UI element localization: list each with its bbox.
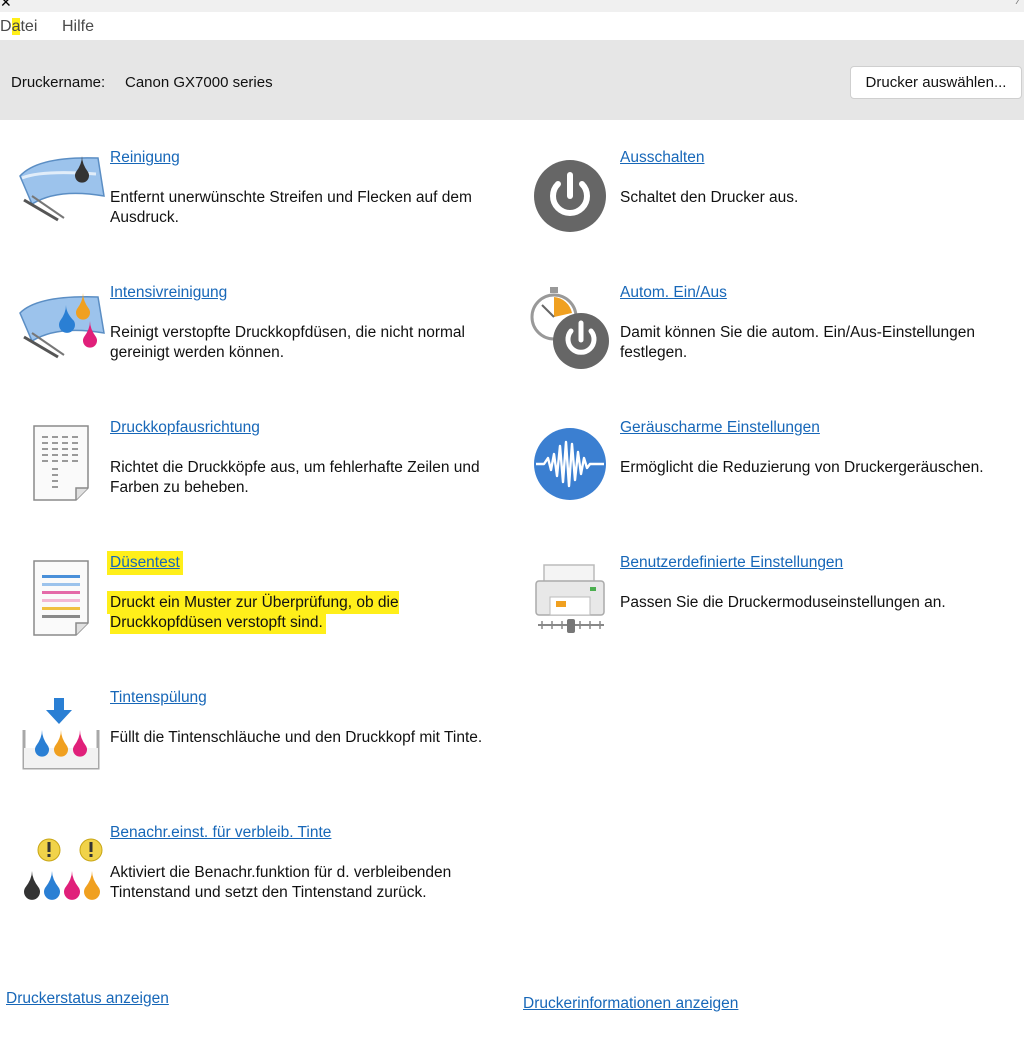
tool-description: Druckt ein Muster zur Überprüfung, ob di… bbox=[110, 593, 430, 633]
tool-benutzerdefiniert: Benutzerdefinierte Einstellungen Passen … bbox=[528, 553, 1018, 643]
tool-title[interactable]: Benachr.einst. für verbleib. Tinte bbox=[110, 824, 331, 842]
menu-file[interactable]: Datei bbox=[0, 18, 37, 36]
printer-settings-icon[interactable] bbox=[528, 553, 618, 643]
printer-name-value: Canon GX7000 series bbox=[125, 74, 273, 91]
tool-description: Reinigt verstopfte Druckkopfdüsen, die n… bbox=[110, 324, 465, 361]
tool-reinigung: Reinigung Entfernt unerwünschte Streifen… bbox=[18, 148, 518, 238]
alignment-page-icon[interactable] bbox=[18, 418, 108, 508]
cleaning-icon[interactable] bbox=[18, 148, 108, 238]
select-printer-button[interactable]: Drucker auswählen... bbox=[850, 66, 1022, 99]
tool-title[interactable]: Geräuscharme Einstellungen bbox=[620, 419, 820, 437]
tool-druckkopfausrichtung: Druckkopfausrichtung Richtet die Druckkö… bbox=[18, 418, 518, 508]
tool-title[interactable]: Reinigung bbox=[110, 149, 180, 167]
tool-title[interactable]: Tintenspülung bbox=[110, 689, 207, 707]
ink-warning-icon[interactable] bbox=[18, 823, 108, 913]
tool-autom-ein-aus: Autom. Ein/Aus Damit können Sie die auto… bbox=[528, 283, 1018, 373]
power-icon[interactable] bbox=[528, 148, 618, 238]
menubar: Datei Hilfe bbox=[0, 12, 1024, 40]
menu-file-suffix: tei bbox=[20, 18, 38, 35]
tool-title[interactable]: Ausschalten bbox=[620, 149, 704, 167]
sound-wave-icon[interactable] bbox=[528, 418, 618, 508]
auto-power-timer-icon[interactable] bbox=[528, 283, 618, 373]
printer-name-label: Druckername: bbox=[11, 74, 106, 91]
deep-cleaning-icon[interactable] bbox=[18, 283, 108, 373]
tool-description: Damit können Sie die autom. Ein/Aus-Eins… bbox=[620, 324, 975, 361]
menu-file-prefix: D bbox=[0, 18, 12, 35]
window-control-icon[interactable]: ∕ bbox=[1018, 0, 1020, 7]
menu-help[interactable]: Hilfe bbox=[62, 18, 94, 36]
tool-description: Entfernt unerwünschte Streifen und Fleck… bbox=[110, 189, 472, 226]
tool-benachrichtigung: Benachr.einst. für verbleib. Tinte Aktiv… bbox=[18, 823, 518, 913]
tool-description: Passen Sie die Druckermoduseinstellungen… bbox=[620, 594, 946, 611]
window-titlebar: ✕ ∕ bbox=[0, 0, 1024, 12]
tool-title[interactable]: Benutzerdefinierte Einstellungen bbox=[620, 554, 843, 572]
tool-description-text: Druckt ein Muster zur Überprüfung, ob di… bbox=[110, 594, 399, 631]
tool-description: Aktiviert die Benachr.funktion für d. ve… bbox=[110, 864, 452, 901]
printer-status-link[interactable]: Druckerstatus anzeigen bbox=[6, 990, 169, 1008]
tool-description: Schaltet den Drucker aus. bbox=[620, 189, 799, 206]
tool-title[interactable]: Düsentest bbox=[110, 554, 180, 572]
tool-intensivreinigung: Intensivreinigung Reinigt verstopfte Dru… bbox=[18, 283, 518, 373]
tool-duesentest: Düsentest Druckt ein Muster zur Überprüf… bbox=[18, 553, 518, 643]
tool-title[interactable]: Intensivreinigung bbox=[110, 284, 227, 302]
tool-description: Füllt die Tintenschläuche und den Druckk… bbox=[110, 729, 483, 746]
tool-ausschalten: Ausschalten Schaltet den Drucker aus. bbox=[528, 148, 1018, 238]
printer-info-link[interactable]: Druckerinformationen anzeigen bbox=[523, 995, 738, 1013]
ink-flush-icon[interactable] bbox=[18, 688, 108, 778]
tool-description: Ermöglicht die Reduzierung von Druckerge… bbox=[620, 459, 984, 476]
tool-description: Richtet die Druckköpfe aus, um fehlerhaf… bbox=[110, 459, 480, 496]
tool-title[interactable]: Autom. Ein/Aus bbox=[620, 284, 727, 302]
tool-title[interactable]: Druckkopfausrichtung bbox=[110, 419, 260, 437]
printer-header: Druckername: Canon GX7000 series Drucker… bbox=[0, 40, 1024, 120]
tool-tintenspuelung: Tintenspülung Füllt die Tintenschläuche … bbox=[18, 688, 518, 778]
nozzle-check-page-icon[interactable] bbox=[18, 553, 108, 643]
tool-geraeuscharm: Geräuscharme Einstellungen Ermöglicht di… bbox=[528, 418, 1018, 508]
close-icon[interactable]: ✕ bbox=[0, 0, 12, 11]
